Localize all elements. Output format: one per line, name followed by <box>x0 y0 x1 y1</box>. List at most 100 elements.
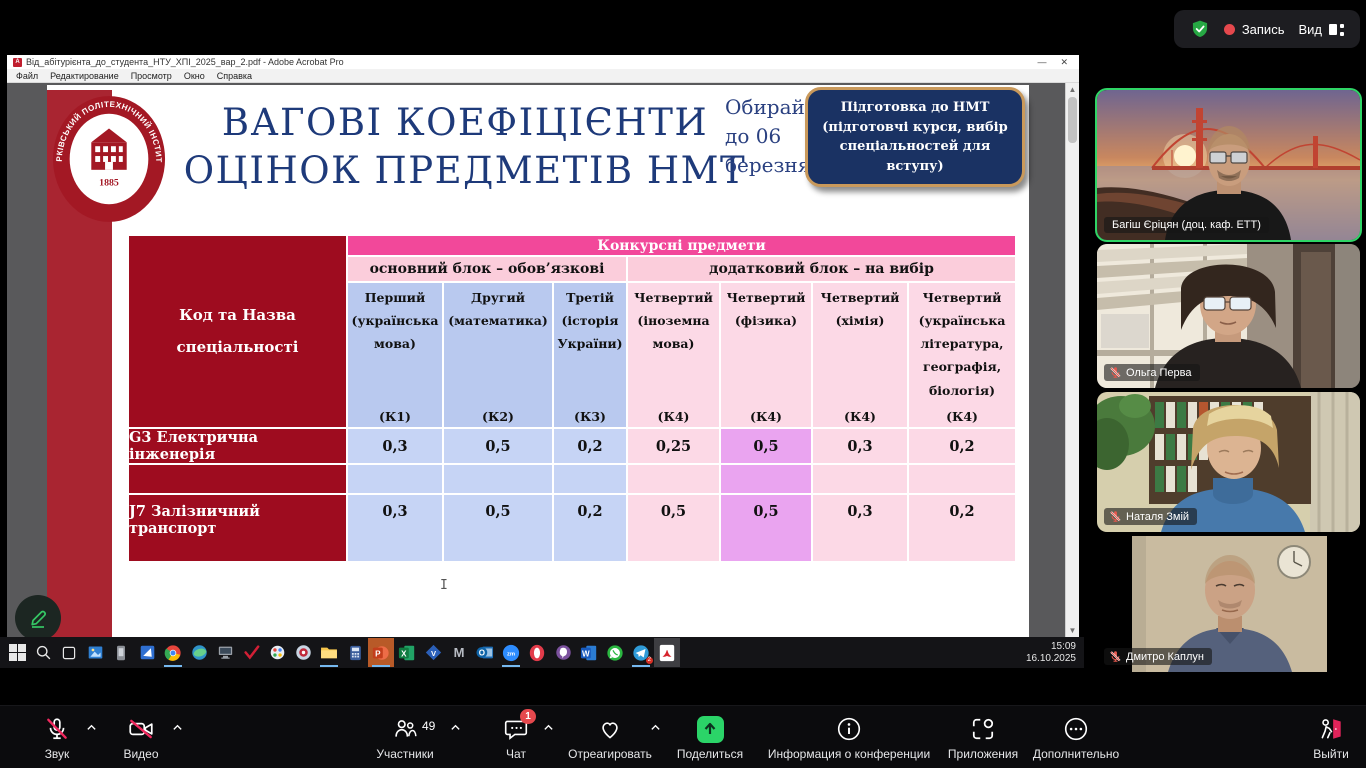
taskbar-word[interactable]: W <box>576 638 602 667</box>
minimize-button[interactable]: — <box>1032 57 1051 67</box>
taskbar-telegram[interactable]: 2 <box>628 638 654 667</box>
taskbar-calculator[interactable] <box>342 638 368 667</box>
react-label: Отреагировать <box>568 747 652 761</box>
taskbar-zoom[interactable]: zm <box>498 638 524 667</box>
menu-help[interactable]: Справка <box>212 71 257 81</box>
participant-name: Ольга Перва <box>1126 366 1192 379</box>
recording-dot-icon <box>1223 23 1235 35</box>
taskbar-paint3d[interactable] <box>264 638 290 667</box>
pdf-page: ХАРКІВСЬКИЙ ПОЛІТЕХНІЧНИЙ ІНСТИТУТ ° Н Т… <box>47 85 1029 637</box>
video-tile-participant[interactable]: Ольга Перва <box>1097 244 1360 388</box>
react-button[interactable]: Отреагировать <box>562 714 658 761</box>
task-view-button[interactable] <box>56 638 82 667</box>
leave-icon <box>1317 714 1345 744</box>
taskbar-edge[interactable] <box>186 638 212 667</box>
taskbar-chrome[interactable] <box>160 638 186 667</box>
view-button[interactable]: Вид <box>1298 22 1344 37</box>
audio-button[interactable]: Звук <box>24 714 90 761</box>
row-name <box>127 463 348 495</box>
video-tile-speaker[interactable]: Багіш Єріцян (доц. каф. ЕТТ) <box>1095 88 1362 242</box>
scroll-up-icon[interactable]: ▲ <box>1066 83 1079 96</box>
menu-edit[interactable]: Редактирование <box>45 71 124 81</box>
deadline-line: до 06 <box>725 124 782 148</box>
pdf-file-icon: A <box>13 57 22 67</box>
participants-button[interactable]: 49 Участники <box>360 714 450 761</box>
excel-icon: X <box>398 645 415 660</box>
phone-icon <box>117 645 125 660</box>
close-button[interactable]: ✕ <box>1055 57 1073 68</box>
deadline-note: Обирай до 06 березня <box>725 93 810 180</box>
apps-button[interactable]: Приложения <box>944 714 1022 761</box>
whatsapp-icon <box>607 644 623 661</box>
leave-button[interactable]: Выйти <box>1298 714 1364 761</box>
opera-icon <box>529 644 545 661</box>
taskbar-this-pc[interactable] <box>212 638 238 667</box>
chat-options-caret[interactable] <box>543 722 553 732</box>
apps-label: Приложения <box>947 747 1019 761</box>
participant-nametag: Ольга Перва <box>1104 364 1200 381</box>
pdf-view-area: ХАРКІВСЬКИЙ ПОЛІТЕХНІЧНИЙ ІНСТИТУТ ° Н Т… <box>7 83 1079 637</box>
cell-value: 0,5 <box>442 427 554 465</box>
menu-file[interactable]: Файл <box>11 71 43 81</box>
taskbar-excel[interactable]: X <box>394 638 420 667</box>
scrollbar-thumb[interactable] <box>1068 97 1077 143</box>
svg-text:P: P <box>375 649 381 658</box>
taskbar-whatsapp[interactable] <box>602 638 628 667</box>
video-tile-participant[interactable]: Дмитро Каплун <box>1097 536 1360 672</box>
taskbar-outlook[interactable]: O <box>472 638 498 667</box>
participant-nametag: Багіш Єріцян (доц. каф. ЕТТ) <box>1104 217 1269 233</box>
taskbar-viber[interactable] <box>550 638 576 667</box>
taskbar-app-m[interactable]: M <box>446 638 472 667</box>
column-header: Третій (історія України) (К3) <box>552 281 628 429</box>
task-view-icon <box>62 646 76 659</box>
share-screen-button[interactable]: Поделиться <box>672 714 748 761</box>
zoom-meeting-window: Запись Вид A Від_абітурієнта_до_студента… <box>0 0 1366 768</box>
chat-button[interactable]: 1 Чат <box>488 709 544 761</box>
audio-options-caret[interactable] <box>86 722 96 732</box>
scroll-down-icon[interactable]: ▼ <box>1066 624 1079 637</box>
deadline-line: березня <box>725 153 811 177</box>
share-label: Поделиться <box>676 747 744 761</box>
taskbar-file-explorer[interactable] <box>316 638 342 667</box>
taskbar-red-check-app[interactable] <box>238 638 264 667</box>
audio-label: Звук <box>44 747 70 761</box>
svg-text:X: X <box>401 649 407 658</box>
video-button[interactable]: Видео <box>108 714 174 761</box>
taskbar-phone-link[interactable] <box>108 638 134 667</box>
react-options-caret[interactable] <box>650 722 660 732</box>
more-button[interactable]: Дополнительно <box>1028 714 1124 761</box>
meeting-info-button[interactable]: Информация о конференции <box>764 714 934 761</box>
taskbar-powerpoint-active[interactable]: P <box>368 638 394 667</box>
cell-value: 0,2 <box>906 493 1018 563</box>
table-corner-header: Код та Назва спеціальності <box>127 234 348 429</box>
muted-mic-icon <box>1110 367 1121 378</box>
annotate-button[interactable] <box>15 595 61 641</box>
taskbar-acrobat-active[interactable] <box>654 638 680 667</box>
participants-options-caret[interactable] <box>450 722 460 732</box>
deadline-line: Обирай <box>725 95 805 119</box>
start-button[interactable] <box>4 638 30 667</box>
taskbar-opera[interactable] <box>524 638 550 667</box>
menu-view[interactable]: Просмотр <box>126 71 177 81</box>
computer-icon <box>218 646 232 659</box>
table-row <box>127 463 1018 495</box>
table-row: G3 Електрична інженерія 0,3 0,5 0,2 0,25… <box>127 427 1018 465</box>
taskbar-photos[interactable] <box>82 638 108 667</box>
column-header: Четвертий (українська література, геогра… <box>906 281 1018 429</box>
heart-icon <box>597 714 623 744</box>
row-name: G3 Електрична інженерія <box>127 427 348 465</box>
cell-value: 0,2 <box>552 493 628 563</box>
cell-value <box>626 463 721 495</box>
taskbar-clock[interactable]: 15:09 16.10.2025 <box>1026 641 1076 665</box>
video-tile-participant[interactable]: Наталя Змій <box>1097 392 1360 532</box>
callout-line: (підготовчі курси, вибір <box>822 119 1008 135</box>
acrobat-window-title: Від_абітурієнта_до_студента_НТУ_ХПІ_2025… <box>26 57 344 67</box>
taskbar-snipping-tool[interactable] <box>134 638 160 667</box>
cell-value: 0,5 <box>442 493 554 563</box>
menu-window[interactable]: Окно <box>179 71 210 81</box>
taskbar-app-blue-v[interactable]: V <box>420 638 446 667</box>
taskbar-app-round-red[interactable] <box>290 638 316 667</box>
taskbar-search[interactable] <box>30 638 56 667</box>
video-options-caret[interactable] <box>172 722 182 732</box>
pdf-scrollbar[interactable]: ▲ ▼ <box>1065 83 1079 637</box>
